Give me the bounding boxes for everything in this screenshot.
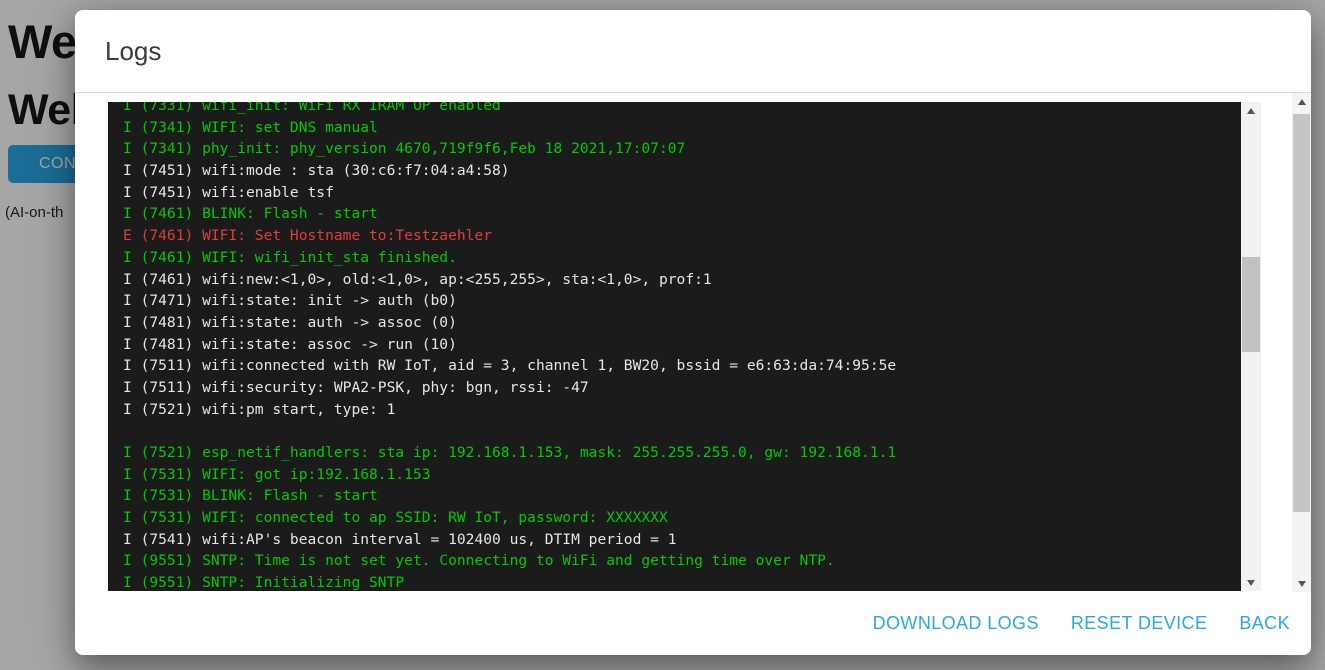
dialog-scrollbar[interactable] bbox=[1292, 93, 1311, 592]
dialog-title: Logs bbox=[105, 36, 161, 67]
log-line: I (7451) wifi:mode : sta (30:c6:f7:04:a4… bbox=[123, 160, 1241, 182]
reset-device-button[interactable]: RESET DEVICE bbox=[1071, 613, 1208, 634]
log-line: I (7461) wifi:new:<1,0>, old:<1,0>, ap:<… bbox=[123, 269, 1241, 291]
log-line: I (7531) BLINK: Flash - start bbox=[123, 485, 1241, 507]
log-line: I (7521) esp_netif_handlers: sta ip: 192… bbox=[123, 442, 1241, 464]
log-line: I (7481) wifi:state: assoc -> run (10) bbox=[123, 334, 1241, 356]
log-line: I (7531) WIFI: got ip:192.168.1.153 bbox=[123, 464, 1241, 486]
log-line: I (7341) phy_init: phy_version 4670,719f… bbox=[123, 138, 1241, 160]
log-line: E (7461) WIFI: Set Hostname to:Testzaehl… bbox=[123, 225, 1241, 247]
dialog-scroll-down-button[interactable] bbox=[1292, 575, 1311, 592]
log-scroll-up-button[interactable] bbox=[1241, 102, 1261, 119]
logs-dialog: Logs I (7331) wifi_init: WiFi RX IRAM OP… bbox=[75, 10, 1311, 655]
log-line: I (7341) WIFI: set DNS manual bbox=[123, 117, 1241, 139]
dialog-scroll-up-button[interactable] bbox=[1292, 93, 1311, 110]
log-line: I (7461) BLINK: Flash - start bbox=[123, 203, 1241, 225]
log-line: I (7461) WIFI: wifi_init_sta finished. bbox=[123, 247, 1241, 269]
dialog-scrollbar-thumb[interactable] bbox=[1293, 114, 1310, 512]
log-line: I (7511) wifi:connected with RW IoT, aid… bbox=[123, 355, 1241, 377]
log-line: I (9551) SNTP: Initializing SNTP bbox=[123, 572, 1241, 591]
log-line: I (7471) wifi:state: init -> auth (b0) bbox=[123, 290, 1241, 312]
log-line: I (9551) SNTP: Time is not set yet. Conn… bbox=[123, 550, 1241, 572]
log-console[interactable]: I (7331) wifi_init: WiFi RX IRAM OP enab… bbox=[108, 102, 1261, 591]
download-logs-button[interactable]: DOWNLOAD LOGS bbox=[873, 613, 1039, 634]
log-line: I (7331) wifi_init: WiFi RX IRAM OP enab… bbox=[123, 102, 1241, 117]
back-button[interactable]: BACK bbox=[1239, 613, 1290, 634]
log-line: I (7531) WIFI: connected to ap SSID: RW … bbox=[123, 507, 1241, 529]
log-line: I (7451) wifi:enable tsf bbox=[123, 182, 1241, 204]
scroll-up-icon bbox=[1247, 108, 1255, 114]
log-scrollbar[interactable] bbox=[1241, 102, 1261, 591]
scroll-down-icon bbox=[1298, 581, 1306, 587]
log-scroll-down-button[interactable] bbox=[1241, 574, 1261, 591]
dialog-header: Logs bbox=[75, 10, 1311, 93]
page: We Web CON (AI-on-th Logs I (7331) wifi_… bbox=[0, 0, 1325, 670]
log-line: I (7481) wifi:state: auth -> assoc (0) bbox=[123, 312, 1241, 334]
dialog-content: I (7331) wifi_init: WiFi RX IRAM OP enab… bbox=[75, 93, 1311, 592]
log-line: I (7521) wifi:pm start, type: 1 bbox=[123, 399, 1241, 421]
dialog-footer: DOWNLOAD LOGS RESET DEVICE BACK bbox=[75, 592, 1311, 654]
log-line: I (7541) wifi:AP's beacon interval = 102… bbox=[123, 529, 1241, 551]
log-lines-container: I (7331) wifi_init: WiFi RX IRAM OP enab… bbox=[108, 102, 1241, 591]
log-line: I (7511) wifi:security: WPA2-PSK, phy: b… bbox=[123, 377, 1241, 399]
log-line bbox=[123, 420, 1241, 442]
scroll-down-icon bbox=[1247, 580, 1255, 586]
log-scrollbar-thumb[interactable] bbox=[1242, 257, 1260, 352]
scroll-up-icon bbox=[1298, 99, 1306, 105]
